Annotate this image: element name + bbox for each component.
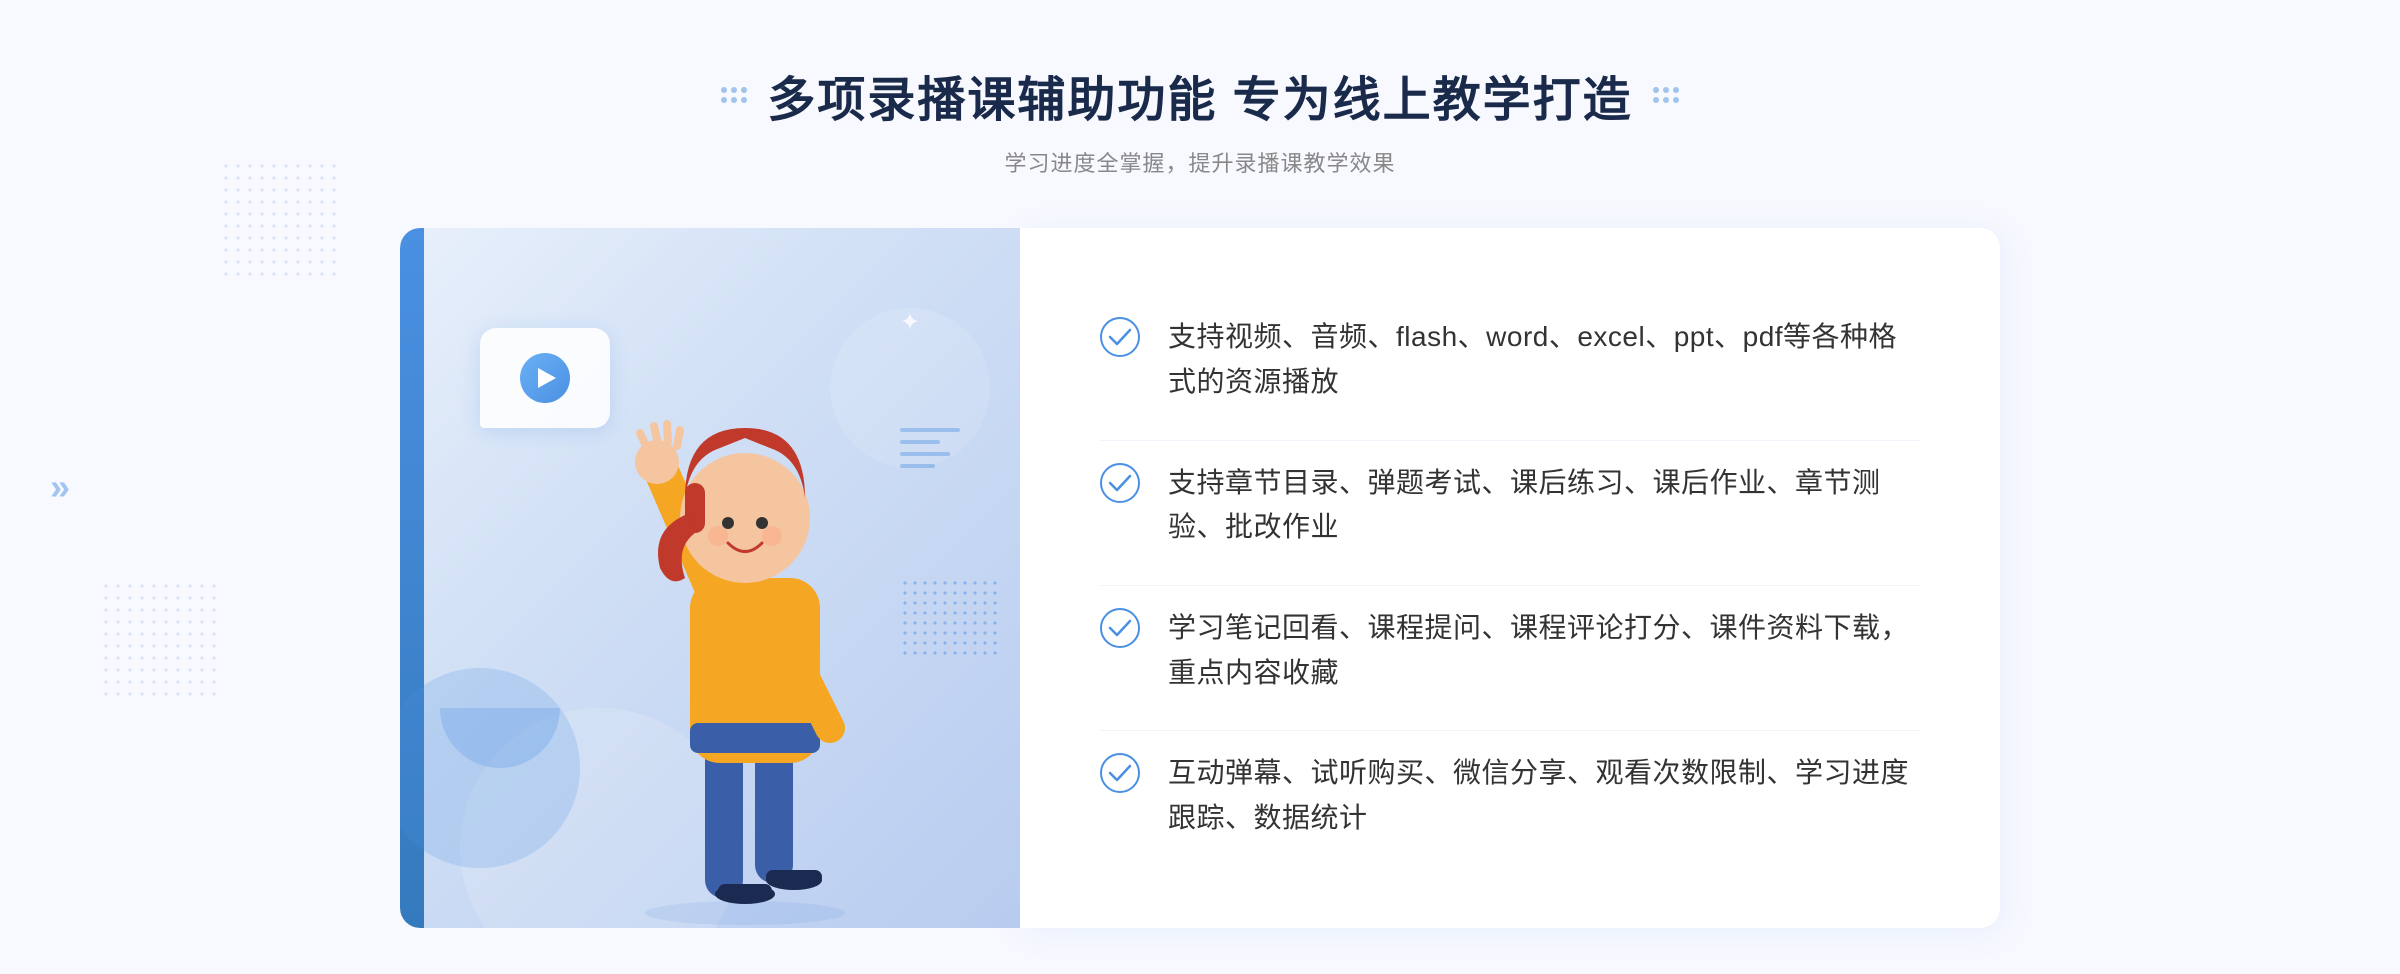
features-panel: 支持视频、音频、flash、word、excel、ppt、pdf等各种格式的资源… (1020, 228, 2000, 928)
feature-text-4: 互动弹幕、试听购买、微信分享、观看次数限制、学习进度跟踪、数据统计 (1168, 751, 1920, 841)
feature-item-2: 支持章节目录、弹题考试、课后练习、课后作业、章节测验、批改作业 (1100, 440, 1920, 571)
play-icon (520, 353, 570, 403)
left-chevrons-decoration: » (50, 466, 70, 508)
main-title: 多项录播课辅助功能 专为线上教学打造 (767, 60, 1632, 130)
feature-item-3: 学习笔记回看、课程提问、课程评论打分、课件资料下载，重点内容收藏 (1100, 585, 1920, 716)
check-circle-icon-4 (1100, 753, 1140, 793)
check-circle-icon-2 (1100, 463, 1140, 503)
header-decorators: 多项录播课辅助功能 专为线上教学打造 (721, 60, 1678, 130)
feature-text-1: 支持视频、音频、flash、word、excel、ppt、pdf等各种格式的资源… (1168, 315, 1920, 405)
content-area: ✦ (400, 228, 2000, 928)
illustration-container: ✦ (400, 228, 1020, 928)
sparkle-decoration: ✦ (900, 308, 920, 337)
dot-pattern-1 (220, 160, 340, 280)
person-svg (570, 368, 920, 928)
feature-text-2: 支持章节目录、弹题考试、课后练习、课后作业、章节测验、批改作业 (1168, 461, 1920, 551)
chevron-icon-1: » (50, 466, 70, 508)
feature-item-4: 互动弹幕、试听购买、微信分享、观看次数限制、学习进度跟踪、数据统计 (1100, 730, 1920, 861)
header-section: 多项录播课辅助功能 专为线上教学打造 学习进度全掌握，提升录播课教学效果 (721, 60, 1678, 178)
page-wrapper: » 多项录播课辅助功能 专为线上教学打造 学习进度全掌握，提升录播课 (0, 0, 2400, 974)
check-circle-icon-1 (1100, 317, 1140, 357)
person-illustration (570, 368, 920, 928)
feature-item-1: 支持视频、音频、flash、word、excel、ppt、pdf等各种格式的资源… (1100, 295, 1920, 425)
play-triangle (538, 368, 556, 388)
dot-pattern-2 (100, 580, 220, 700)
sub-title: 学习进度全掌握，提升录播课教学效果 (721, 146, 1678, 178)
left-decorator-dots (721, 87, 747, 103)
right-decorator-dots (1653, 87, 1679, 103)
feature-text-3: 学习笔记回看、课程提问、课程评论打分、课件资料下载，重点内容收藏 (1168, 606, 1920, 696)
check-circle-icon-3 (1100, 608, 1140, 648)
